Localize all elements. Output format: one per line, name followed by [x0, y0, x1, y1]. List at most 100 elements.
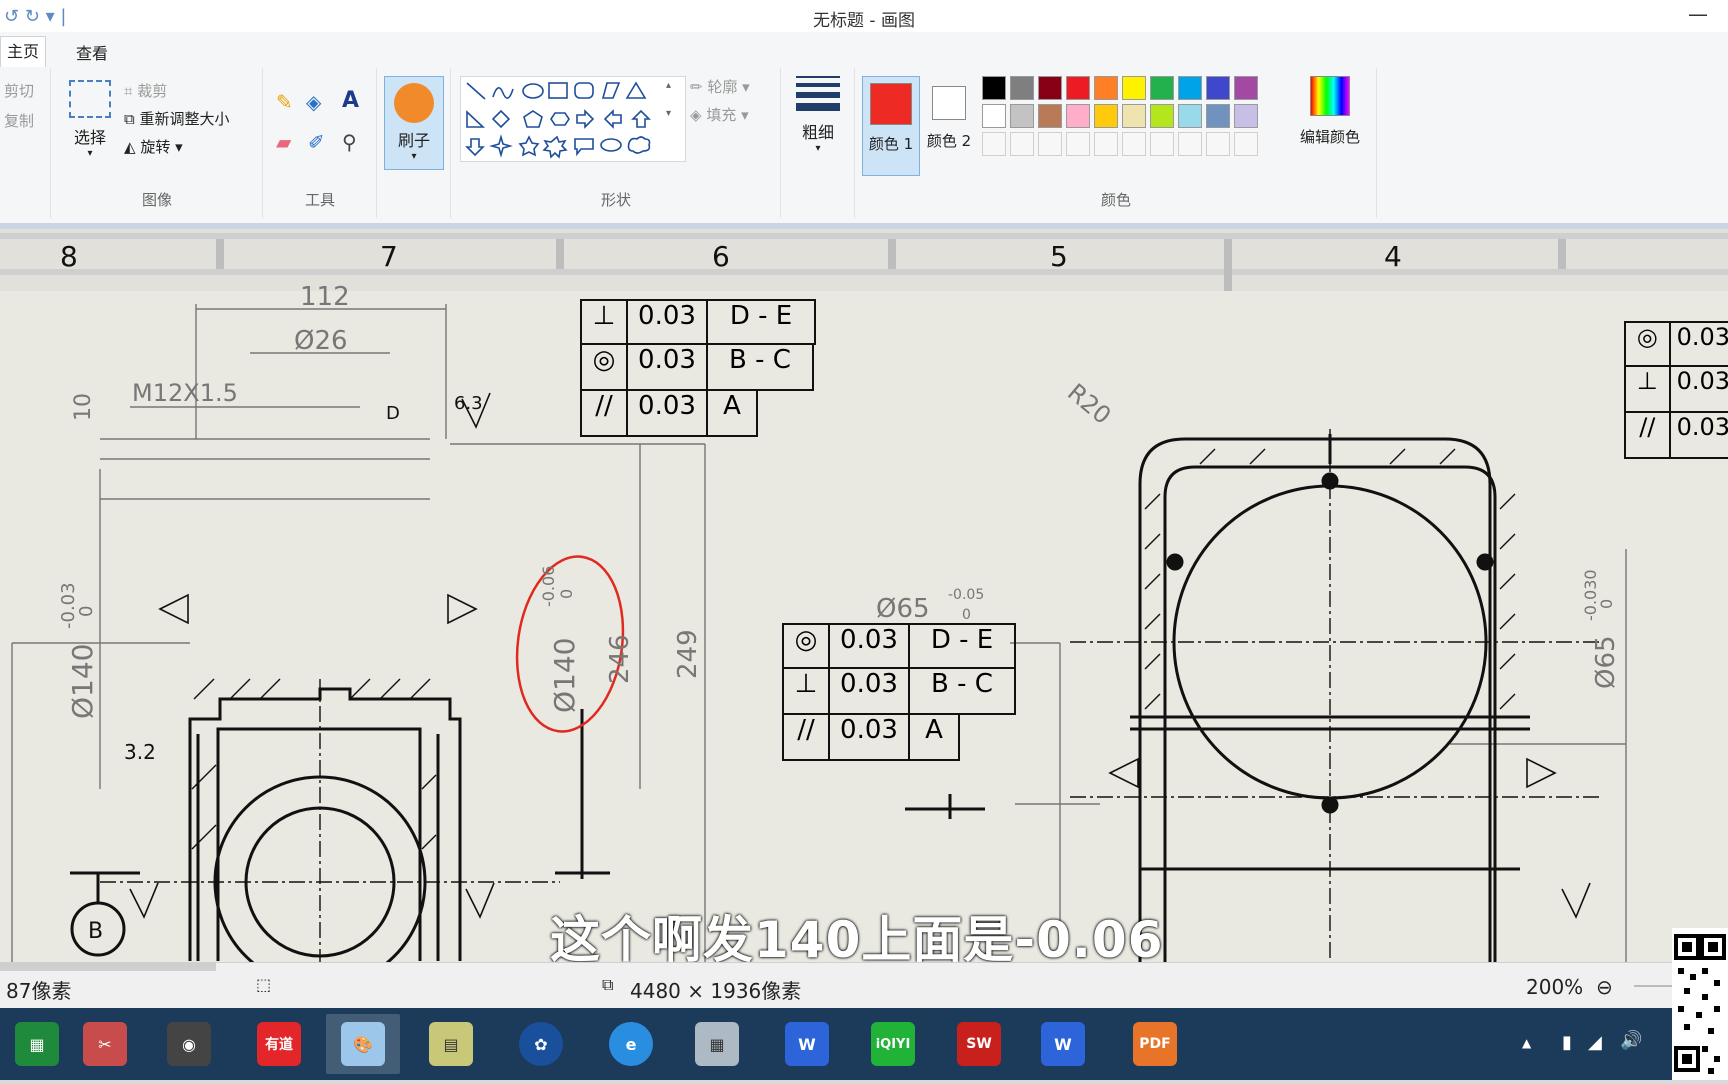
custom-color-slot[interactable] — [1150, 132, 1174, 156]
taskbar-media-icon[interactable]: ◉ — [152, 1014, 226, 1074]
fcf-datum: D - E — [930, 625, 994, 655]
taskbar: ▦ ✂ ◉ 有道 🎨 ▤ ✿ e ▦ W iQIYI SW W PDF ▲ ▮ … — [0, 1008, 1728, 1080]
pencil-icon[interactable]: ✎ — [276, 90, 293, 114]
image-size-icon: ⧉ — [602, 975, 614, 994]
color-swatch[interactable] — [1122, 104, 1146, 128]
minimize-icon[interactable]: — — [1688, 2, 1708, 26]
concentricity-icon: ◎ — [1626, 323, 1671, 365]
battery-icon[interactable]: ▮ — [1562, 1032, 1572, 1053]
taskbar-ie-icon[interactable]: e — [594, 1014, 668, 1074]
color1-button[interactable]: 颜色 1 — [862, 76, 920, 176]
network-icon[interactable]: ◢ — [1588, 1032, 1602, 1053]
color-swatch[interactable] — [1094, 104, 1118, 128]
ribbon-tabs: 主页 查看 — [0, 32, 1728, 69]
color-swatch[interactable] — [1206, 76, 1230, 100]
rotate-icon: ◭ — [124, 138, 141, 156]
zoom-out-icon[interactable]: ⊖ — [1596, 975, 1613, 999]
taskbar-iqiyi-icon[interactable]: iQIYI — [856, 1014, 930, 1074]
taskbar-snipping-tool-icon[interactable]: ✂ — [68, 1014, 142, 1074]
color-swatch[interactable] — [1038, 76, 1062, 100]
crop-icon: ⌗ — [124, 82, 138, 100]
crop-button[interactable]: ⌗ 裁剪 — [124, 80, 167, 101]
horizontal-scrollbar-thumb[interactable] — [0, 963, 216, 971]
color-swatch[interactable] — [1066, 104, 1090, 128]
taskbar-paint-icon[interactable]: 🎨 — [326, 1014, 400, 1074]
fill-button[interactable]: ◈ 填充 ▾ — [690, 104, 749, 125]
color-swatch[interactable] — [1010, 76, 1034, 100]
volume-icon[interactable]: 🔊 — [1620, 1030, 1642, 1051]
taskbar-solidworks-icon[interactable]: SW — [942, 1014, 1016, 1074]
gallery-scroll-down-icon[interactable]: ▾ — [666, 108, 671, 119]
color-picker-icon[interactable]: ✐ — [308, 130, 325, 154]
color-swatch[interactable] — [1150, 76, 1174, 100]
shapes-gallery[interactable] — [460, 76, 686, 162]
tab-home[interactable]: 主页 — [0, 36, 47, 67]
color-swatch[interactable] — [1150, 104, 1174, 128]
copy-button[interactable]: 复制 — [4, 110, 34, 131]
color-swatch[interactable] — [1038, 104, 1062, 128]
color-swatch[interactable] — [1178, 76, 1202, 100]
text-tool-icon[interactable]: A — [342, 88, 359, 113]
edit-colors-button[interactable]: 编辑颜色 — [1292, 76, 1368, 147]
brush-button[interactable]: 刷子 ▾ — [384, 76, 444, 170]
shapes-gallery-icons — [465, 81, 651, 159]
rainbow-icon — [1310, 76, 1350, 116]
taskbar-youdao-icon[interactable]: 有道 — [242, 1014, 316, 1074]
image-size: 4480 × 1936像素 — [630, 979, 802, 1003]
color-swatch[interactable] — [1234, 104, 1258, 128]
custom-color-slot[interactable] — [1038, 132, 1062, 156]
color2-button[interactable]: 颜色 2 — [922, 76, 976, 151]
parallelism-icon: // — [784, 715, 830, 759]
rotate-button[interactable]: ◭ 旋转 ▾ — [124, 136, 183, 157]
taskbar-pdf-icon[interactable]: PDF — [1118, 1014, 1192, 1074]
fcf-row: ◎ 0.03 B - C — [580, 345, 814, 391]
zoom-level: 200% — [1526, 975, 1584, 999]
taskbar-notes-icon[interactable]: ▤ — [414, 1014, 488, 1074]
color-swatch[interactable] — [1010, 104, 1034, 128]
color-swatch[interactable] — [982, 104, 1006, 128]
color-swatch[interactable] — [1122, 76, 1146, 100]
taskbar-excel-icon[interactable]: ▦ — [0, 1014, 74, 1074]
concentricity-icon: ◎ — [582, 345, 628, 389]
taskbar-wps-office-icon[interactable]: W — [1026, 1014, 1100, 1074]
custom-color-slot[interactable] — [982, 132, 1006, 156]
magnifier-icon[interactable]: ⚲ — [342, 130, 357, 154]
custom-color-slot[interactable] — [1178, 132, 1202, 156]
rotate-label: 旋转 — [140, 138, 171, 156]
zoom-slider[interactable] — [1634, 985, 1674, 987]
color-swatch[interactable] — [1178, 104, 1202, 128]
eraser-icon[interactable]: ▰ — [276, 130, 291, 154]
color-swatch[interactable] — [1206, 104, 1230, 128]
tray-expand-icon[interactable]: ▲ — [1522, 1036, 1531, 1050]
custom-color-slot[interactable] — [1010, 132, 1034, 156]
drawing-canvas[interactable]: 8 7 6 5 4 112 Ø26 M12X1.5 10 6.3 D -0.03… — [0, 229, 1728, 962]
outline-button[interactable]: ✏ 轮廓 ▾ — [690, 76, 750, 97]
dim-text: -0.05 — [948, 587, 984, 603]
fcf-datum: B - C — [931, 669, 993, 699]
taskbar-video-icon[interactable]: ✿ — [504, 1014, 578, 1074]
color-swatch[interactable] — [1234, 76, 1258, 100]
color-swatch[interactable] — [982, 76, 1006, 100]
custom-color-slot[interactable] — [1094, 132, 1118, 156]
color-swatch[interactable] — [1094, 76, 1118, 100]
custom-color-slot[interactable] — [1234, 132, 1258, 156]
taskbar-calculator-icon[interactable]: ▦ — [680, 1014, 754, 1074]
select-button[interactable]: 选择 ▾ — [60, 76, 120, 159]
fill-bucket-icon[interactable]: ◈ — [306, 90, 321, 114]
dim-text: 246 — [605, 634, 635, 684]
resize-button[interactable]: ⧉ 重新调整大小 — [124, 108, 230, 129]
custom-color-slot[interactable] — [1206, 132, 1230, 156]
custom-color-slot[interactable] — [1066, 132, 1090, 156]
cut-button[interactable]: 剪切 — [4, 80, 34, 101]
dim-text: 0 — [76, 606, 97, 617]
dim-text: 0 — [1597, 599, 1616, 609]
dim-text: -0.06 — [539, 566, 558, 607]
custom-color-slot[interactable] — [1122, 132, 1146, 156]
size-button[interactable]: 粗细 ▾ — [790, 76, 846, 154]
taskbar-wps-icon[interactable]: W — [770, 1014, 844, 1074]
chevron-down-icon: ▾ — [87, 148, 93, 159]
gallery-scroll-up-icon[interactable]: ▴ — [666, 80, 671, 91]
tab-view[interactable]: 查看 — [76, 40, 108, 64]
color-swatch[interactable] — [1066, 76, 1090, 100]
shapes-group-label: 形状 — [600, 191, 631, 209]
